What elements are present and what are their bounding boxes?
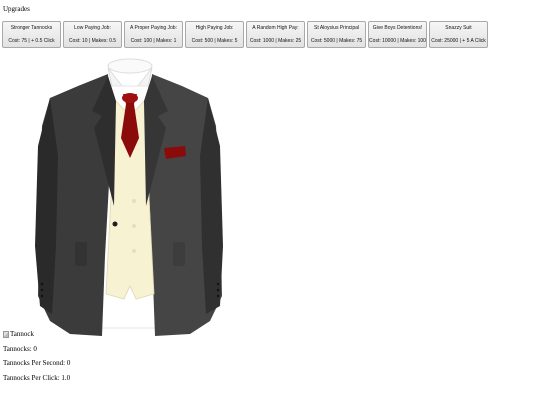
broken-image-icon (3, 330, 9, 338)
image-alt-text: Tannock (10, 330, 35, 338)
upgrade-stats: Cost: 5000 | Makes: 75 (310, 37, 363, 44)
upgrade-name: Give Boys Detentions! (372, 25, 423, 32)
upgrade-name: St Aloysius Principal (313, 25, 360, 32)
collar-ring (107, 58, 153, 74)
upgrade-stats: Cost: 10000 | Makes: 100 (369, 37, 426, 44)
upgrade-stats: Cost: 10 | Makes: 0.5 (68, 37, 117, 44)
right-pocket (173, 242, 185, 266)
cuff-button (40, 282, 44, 286)
upgrade-stats: Cost: 500 | Makes: 5 (191, 37, 238, 44)
upgrade-name: A Random High Pay: (252, 25, 299, 32)
upgrade-name: Stronger Tannocks (10, 25, 53, 32)
upgrade-stats: Cost: 25000 | + 5 A Click (431, 37, 486, 44)
upgrade-snazzy-suit-button[interactable]: Snazzy Suit Cost: 25000 | + 5 A Click (429, 21, 488, 48)
upgrade-stronger-tannocks-button[interactable]: Stronger Tannocks Cost: 75 | + 0.5 Click (2, 21, 61, 48)
upgrade-proper-paying-job-button[interactable]: A Proper Paying Job: Cost: 100 | Makes: … (124, 21, 183, 48)
cuff-button (216, 282, 220, 286)
upgrades-heading: Upgrades (3, 5, 30, 13)
upgrade-stats: Cost: 1000 | Makes: 25 (249, 37, 302, 44)
tie-knot (122, 93, 138, 103)
cuff-button (216, 294, 220, 298)
left-pocket (75, 242, 87, 266)
tannocks-count: Tannocks: 0 (3, 345, 37, 353)
tannocks-per-second: Tannocks Per Second: 0 (3, 359, 71, 367)
vest-button (132, 199, 136, 203)
upgrade-stats: Cost: 100 | Makes: 1 (130, 37, 177, 44)
upgrade-high-paying-job-button[interactable]: High Paying Job: Cost: 500 | Makes: 5 (185, 21, 244, 48)
upgrades-bar: Stronger Tannocks Cost: 75 | + 0.5 Click… (2, 21, 488, 48)
upgrade-name: High Paying Job: (195, 25, 234, 32)
upgrade-name: Low Paying Job: (74, 25, 111, 32)
upgrade-stats: Cost: 75 | + 0.5 Click (8, 37, 55, 44)
cuff-button (216, 288, 220, 292)
upgrade-name: A Proper Paying Job: (130, 25, 177, 32)
upgrade-name: Snazzy Suit (445, 25, 472, 32)
jacket-button (112, 221, 118, 227)
cuff-button (40, 288, 44, 292)
suit-clicker-image[interactable] (30, 56, 225, 341)
vest-button (132, 224, 136, 228)
tannock-image-placeholder: Tannock (3, 330, 34, 338)
upgrade-random-high-pay-button[interactable]: A Random High Pay: Cost: 1000 | Makes: 2… (246, 21, 305, 48)
upgrade-low-paying-job-button[interactable]: Low Paying Job: Cost: 10 | Makes: 0.5 (63, 21, 122, 48)
vest-button (132, 249, 136, 253)
tannocks-per-click: Tannocks Per Click: 1.0 (3, 374, 71, 382)
upgrade-st-aloysius-principal-button[interactable]: St Aloysius Principal Cost: 5000 | Makes… (307, 21, 366, 48)
cuff-button (40, 294, 44, 298)
upgrade-give-boys-detentions-button[interactable]: Give Boys Detentions! Cost: 10000 | Make… (368, 21, 427, 48)
